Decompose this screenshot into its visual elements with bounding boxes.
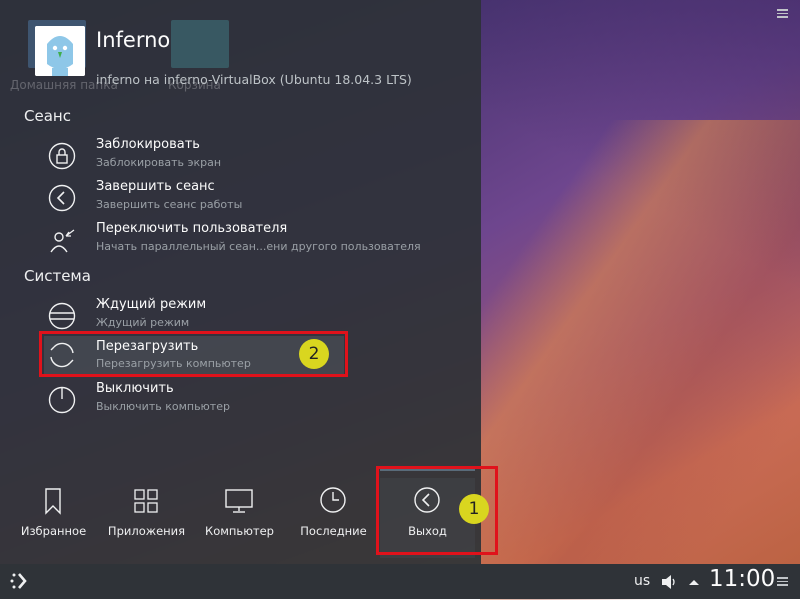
item-title: Завершить сеанс	[96, 179, 215, 194]
annotation-badge-1: 1	[459, 494, 489, 524]
panel-menu-icon[interactable]	[777, 577, 788, 586]
volume-icon[interactable]	[660, 574, 678, 590]
suspend-icon	[48, 302, 76, 330]
keyboard-layout-indicator[interactable]: us	[634, 573, 650, 589]
clock-icon	[320, 487, 346, 513]
item-title: Выключить	[96, 381, 174, 396]
desktop-menu-icon[interactable]	[777, 9, 788, 18]
logout-item[interactable]: Завершить сеанс Завершить сеанс работы	[44, 178, 344, 218]
clock[interactable]: 11:00	[709, 566, 775, 592]
user-name: Inferno	[96, 28, 171, 52]
item-title: Переключить пользователя	[96, 221, 288, 236]
tab-recent[interactable]: Последние	[286, 478, 381, 558]
tab-label: Избранное	[20, 524, 87, 538]
item-subtitle: Ждущий режим	[96, 316, 190, 329]
switch-user-icon	[50, 229, 75, 253]
tab-label: Приложения	[107, 524, 186, 538]
section-title-session: Сеанс	[24, 107, 71, 125]
tab-label: Последние	[300, 524, 367, 538]
tab-computer[interactable]: Компьютер	[192, 478, 287, 558]
item-subtitle: Заблокировать экран	[96, 156, 222, 169]
item-subtitle: Начать параллельный сеан...ени другого п…	[96, 240, 421, 253]
wallpaper-shard	[480, 120, 800, 600]
item-title: Ждущий режим	[96, 297, 207, 312]
avatar-face-icon	[35, 26, 85, 76]
apps-grid-icon	[134, 489, 158, 513]
user-host: inferno на inferno-VirtualBox (Ubuntu 18…	[96, 72, 412, 87]
tray-expand-arrow-icon[interactable]	[687, 577, 701, 587]
taskbar-panel	[0, 564, 800, 599]
tab-label: Компьютер	[205, 524, 274, 538]
item-subtitle: Выключить компьютер	[96, 400, 230, 413]
tab-applications[interactable]: Приложения	[99, 478, 194, 558]
power-icon	[48, 386, 76, 414]
shutdown-item[interactable]: Выключить Выключить компьютер	[44, 380, 344, 420]
annotation-badge-2: 2	[299, 339, 329, 369]
monitor-icon	[225, 489, 253, 513]
item-title: Заблокировать	[96, 137, 200, 152]
section-title-system: Система	[24, 267, 91, 285]
logout-icon	[48, 184, 76, 212]
switch-user-item[interactable]: Переключить пользователя Начать параллел…	[44, 220, 421, 260]
lock-screen-item[interactable]: Заблокировать Заблокировать экран	[44, 136, 344, 176]
trash-icon	[171, 20, 229, 68]
tab-favorites[interactable]: Избранное	[6, 478, 101, 558]
application-launcher-icon[interactable]	[8, 569, 32, 593]
lock-icon	[48, 142, 76, 170]
item-subtitle: Завершить сеанс работы	[96, 198, 243, 211]
bookmark-icon	[45, 488, 61, 515]
suspend-item[interactable]: Ждущий режим Ждущий режим	[44, 296, 344, 336]
avatar[interactable]	[35, 26, 85, 76]
